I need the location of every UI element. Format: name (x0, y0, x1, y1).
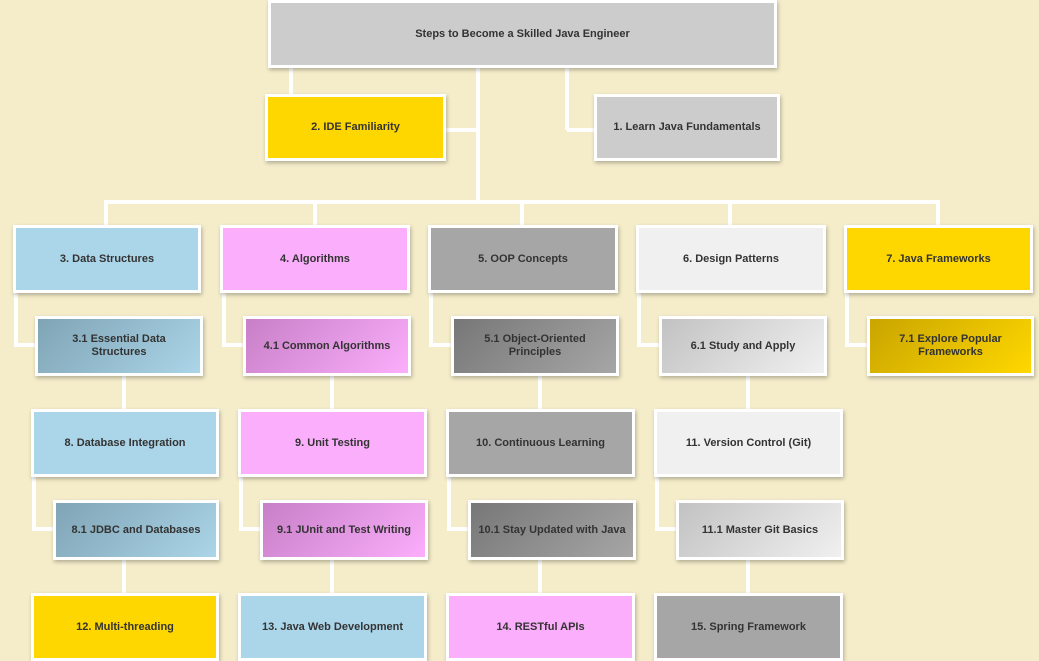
node-restful-apis: 14. RESTful APIs (446, 593, 635, 661)
node-spring-framework: 15. Spring Framework (654, 593, 843, 661)
node-ide-familiarity: 2. IDE Familiarity (265, 94, 446, 161)
root-label: Steps to Become a Skilled Java Engineer (415, 27, 630, 40)
node-master-git-basics: 11.1 Master Git Basics (676, 500, 844, 560)
node-label: 2. IDE Familiarity (311, 121, 400, 133)
node-label: 9.1 JUnit and Test Writing (276, 523, 412, 536)
node-algorithms: 4. Algorithms (220, 225, 410, 293)
node-data-structures: 3. Data Structures (13, 225, 201, 293)
node-label: 4. Algorithms (280, 252, 350, 265)
node-label: 6. Design Patterns (683, 252, 779, 265)
node-continuous-learning: 10. Continuous Learning (446, 409, 635, 477)
node-label: 1. Learn Java Fundamentals (613, 121, 761, 133)
node-label: 11. Version Control (Git) (685, 436, 812, 449)
node-label: 9. Unit Testing (295, 436, 370, 449)
node-label: 11.1 Master Git Basics (701, 523, 819, 536)
node-stay-updated-with-java: 10.1 Stay Updated with Java (468, 500, 636, 560)
node-jdbc-and-databases: 8.1 JDBC and Databases (53, 500, 219, 560)
node-essential-data-structures: 3.1 Essential Data Structures (35, 316, 203, 376)
node-unit-testing: 9. Unit Testing (238, 409, 427, 477)
node-label: 15. Spring Framework (691, 620, 806, 633)
node-label: 8.1 JDBC and Databases (71, 523, 201, 536)
node-label: 10.1 Stay Updated with Java (478, 523, 626, 536)
node-label: 7.1 Explore Popular Frameworks (899, 333, 1002, 358)
node-label: 6.1 Study and Apply (690, 339, 796, 352)
node-learn-java-fundamentals: 1. Learn Java Fundamentals (594, 94, 780, 161)
node-label: 7. Java Frameworks (886, 252, 991, 265)
node-multi-threading: 12. Multi-threading (31, 593, 219, 661)
node-object-oriented-principles: 5.1 Object-Oriented Principles (451, 316, 619, 376)
node-java-web-development: 13. Java Web Development (238, 593, 427, 661)
node-oop-concepts: 5. OOP Concepts (428, 225, 618, 293)
node-label: 12. Multi-threading (76, 620, 174, 633)
node-explore-popular-frameworks: 7.1 Explore Popular Frameworks (867, 316, 1034, 376)
node-label: 13. Java Web Development (261, 620, 404, 633)
node-label: 3. Data Structures (59, 252, 155, 265)
node-database-integration: 8. Database Integration (31, 409, 219, 477)
root-node: Steps to Become a Skilled Java Engineer (268, 0, 777, 68)
node-design-patterns: 6. Design Patterns (636, 225, 826, 293)
node-label: 5.1 Object-Oriented Principles (484, 333, 586, 358)
node-label: 4.1 Common Algorithms (263, 339, 391, 352)
node-label: 5. OOP Concepts (478, 252, 568, 265)
node-label: 14. RESTful APIs (496, 620, 585, 633)
node-study-and-apply: 6.1 Study and Apply (659, 316, 827, 376)
node-label: 10. Continuous Learning (476, 436, 605, 449)
node-label: 3.1 Essential Data Structures (72, 333, 166, 358)
node-version-control-git: 11. Version Control (Git) (654, 409, 843, 477)
node-common-algorithms: 4.1 Common Algorithms (243, 316, 411, 376)
node-java-frameworks: 7. Java Frameworks (844, 225, 1033, 293)
node-junit-and-test-writing: 9.1 JUnit and Test Writing (260, 500, 428, 560)
node-label: 8. Database Integration (64, 436, 186, 449)
